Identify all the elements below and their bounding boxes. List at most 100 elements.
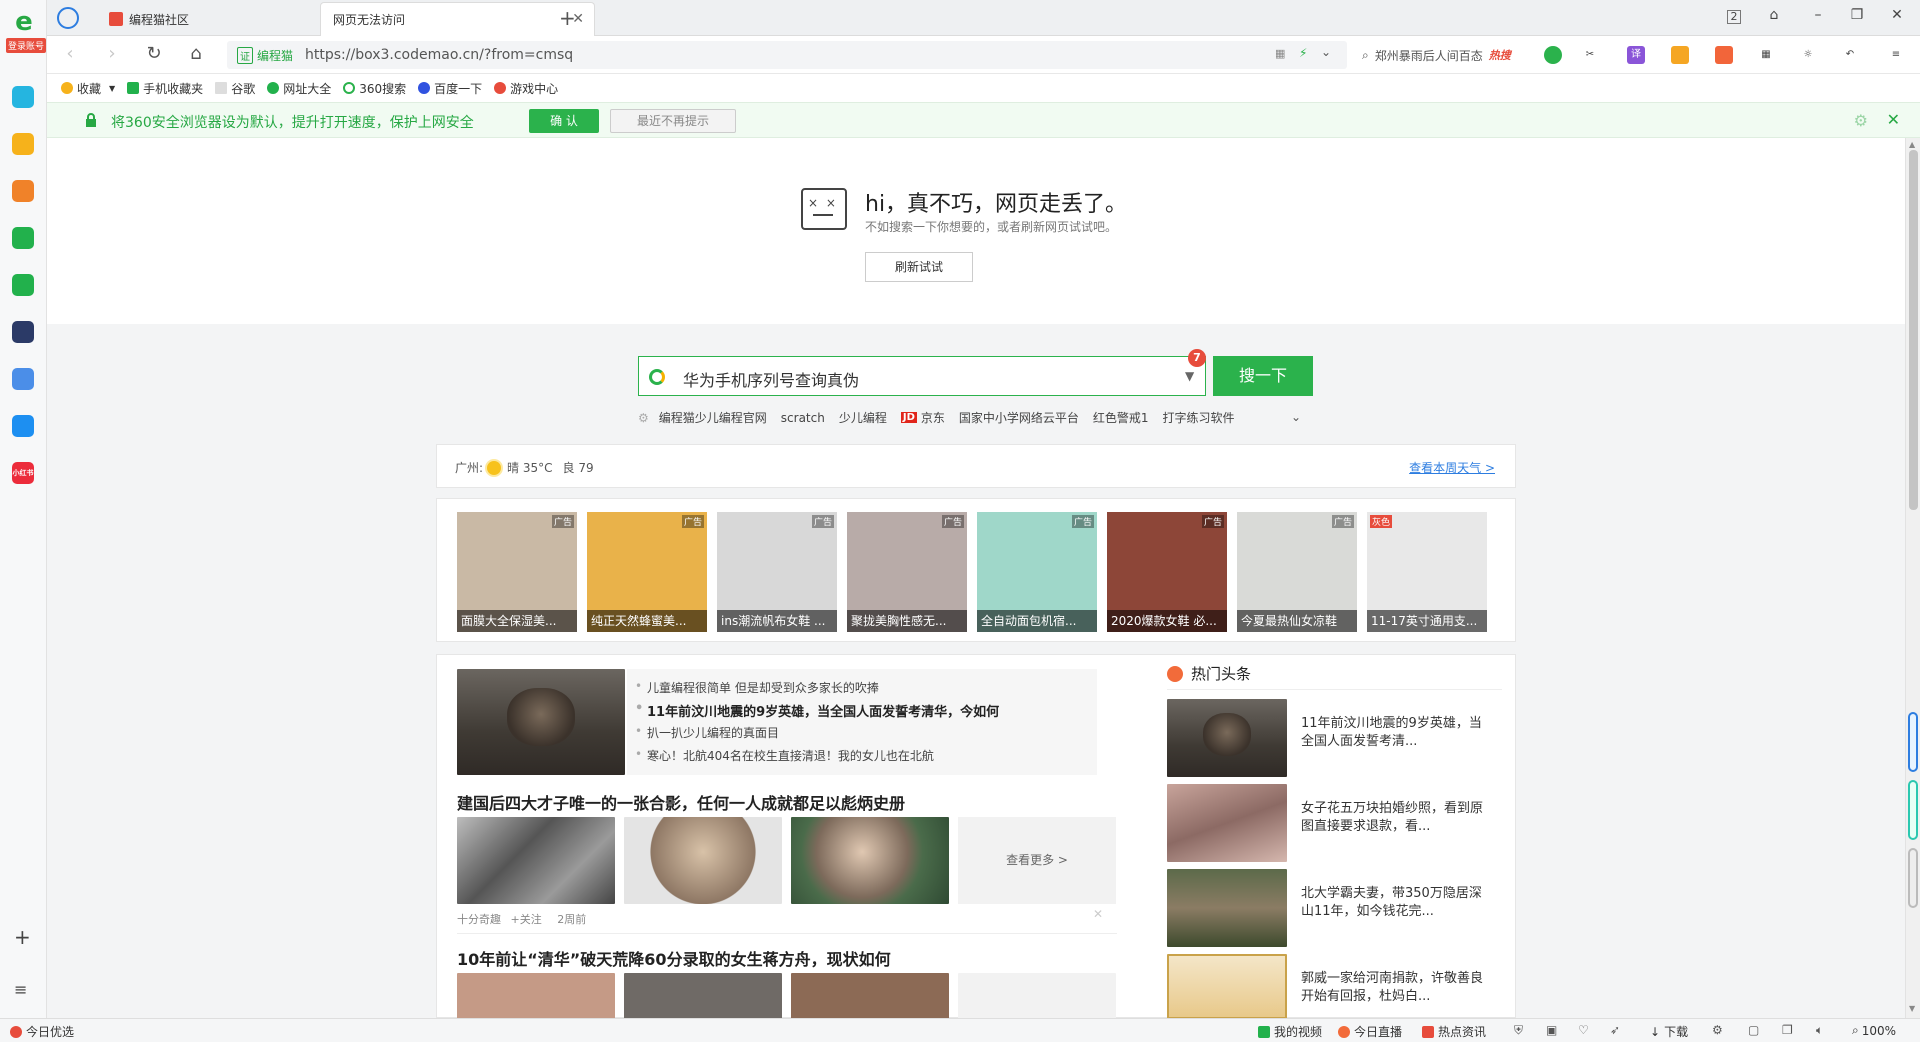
chevron-down-icon[interactable]: ⌄ xyxy=(1291,410,1301,424)
xiaohongshu-icon[interactable]: 小红书 xyxy=(12,462,34,484)
url-text[interactable]: https://box3.codemao.cn/?from=cmsq xyxy=(305,47,573,63)
forward-icon[interactable]: › xyxy=(101,44,123,64)
hot-headline-link[interactable]: 女子花五万块拍婚纱照，看到原图直接要求退款，看... xyxy=(1301,800,1491,836)
shield-coin-icon[interactable] xyxy=(1671,46,1689,64)
bookmark-baidu[interactable]: 百度一下 xyxy=(418,80,482,97)
article-title[interactable]: 10年前让“清华”破天荒降60分录取的女生蒋方舟，现状如何 xyxy=(457,946,891,970)
tab-page-unavailable[interactable]: 网页无法访问 ✕ xyxy=(320,2,595,36)
quicklink-jd[interactable]: JD 京东 xyxy=(900,409,945,426)
star-icon[interactable] xyxy=(12,133,34,155)
sound-icon[interactable]: 🔈︎ xyxy=(1816,1023,1823,1038)
bookmark-game-center[interactable]: 游戏中心 xyxy=(494,80,558,97)
today-live[interactable]: 今日直播 xyxy=(1338,1023,1402,1040)
gear-icon[interactable]: ⚙ xyxy=(1854,111,1868,130)
tab-codemao-community[interactable]: 编程猫社区 xyxy=(97,2,357,36)
weibo-icon[interactable] xyxy=(12,180,34,202)
dont-remind-button[interactable]: 最近不再提示 xyxy=(610,109,736,133)
ad-item[interactable]: 广告 全自动面包机宿... xyxy=(977,512,1097,632)
browser-logo[interactable]: e 登录账号 xyxy=(6,8,47,58)
login-account-button[interactable]: 登录账号 xyxy=(6,38,47,53)
ad-item[interactable]: 灰色 11-17英寸通用支... xyxy=(1367,512,1487,632)
floating-widget[interactable] xyxy=(1908,712,1918,772)
today-picks[interactable]: 今日优选 xyxy=(10,1023,74,1040)
rocket-icon[interactable]: ➶ xyxy=(1610,1023,1620,1037)
news-icon[interactable] xyxy=(12,321,34,343)
p-icon[interactable] xyxy=(12,415,34,437)
quicklink[interactable]: 编程猫少儿编程官网 xyxy=(659,409,767,426)
minimize-icon[interactable]: – xyxy=(1808,7,1828,23)
ad-item[interactable]: 广告 纯正天然蜂蜜美... xyxy=(587,512,707,632)
scroll-down-icon[interactable]: ▼ xyxy=(1909,1004,1915,1013)
hot-photo[interactable] xyxy=(1167,699,1287,777)
tab-count-icon[interactable]: 2 xyxy=(1727,10,1741,24)
article-source[interactable]: 十分奇趣 xyxy=(457,913,501,926)
new-tab-icon[interactable]: + xyxy=(559,6,576,30)
ad-item[interactable]: 广告 今夏最热仙女凉鞋 xyxy=(1237,512,1357,632)
hot-headline-link[interactable]: 北大学霸夫妻，带350万隐居深山11年，如今钱花完... xyxy=(1301,885,1491,921)
ad-item[interactable]: 广告 面膜大全保湿美... xyxy=(457,512,577,632)
quicklink[interactable]: scratch xyxy=(781,411,825,425)
speed-mode-icon[interactable]: ⚡ xyxy=(1299,46,1307,60)
article-photo[interactable] xyxy=(791,817,949,904)
game-icon[interactable] xyxy=(1715,46,1733,64)
quicklink[interactable]: 国家中小学网络云平台 xyxy=(959,409,1079,426)
floating-widget[interactable] xyxy=(1908,848,1918,908)
weekly-weather-link[interactable]: 查看本周天气 > xyxy=(1409,459,1495,476)
quicklink[interactable]: 红色警戒1 xyxy=(1093,409,1149,426)
bookmark-mobile[interactable]: 手机收藏夹 xyxy=(127,80,203,97)
add-sidebar-icon[interactable]: + xyxy=(14,925,31,949)
hot-photo[interactable] xyxy=(1167,869,1287,947)
reload-icon[interactable]: ↻ xyxy=(143,44,165,64)
window-icon[interactable]: ❐ xyxy=(1782,1023,1793,1037)
news-bullet-link[interactable]: 寒心！北航404名在校生直接清退！我的女儿也在北航 xyxy=(635,747,934,764)
refresh-button[interactable]: 刷新试试 xyxy=(865,252,973,282)
home-icon[interactable]: ⌂ xyxy=(185,44,207,64)
chevron-down-icon[interactable]: ▼ xyxy=(1185,369,1194,383)
news-bullet-link[interactable]: 儿童编程很简单 但是却受到众多家长的吹捧 xyxy=(635,679,879,696)
navigator-icon[interactable] xyxy=(57,7,79,29)
image-icon[interactable]: ▣ xyxy=(1546,1023,1557,1037)
bookmark-google[interactable]: 谷歌 xyxy=(215,80,255,97)
download-button[interactable]: ↓ 下载 xyxy=(1650,1023,1688,1040)
news-photo[interactable] xyxy=(457,669,625,775)
address-dropdown-icon[interactable]: ⌄ xyxy=(1321,45,1331,59)
hot-news[interactable]: 热点资讯 xyxy=(1422,1023,1486,1040)
shirt-skin-icon[interactable]: ⌂ xyxy=(1764,7,1784,23)
article-photo[interactable] xyxy=(457,973,615,1018)
article-photo[interactable] xyxy=(457,817,615,904)
scissors-icon[interactable]: ✂ xyxy=(1581,46,1599,64)
cloud-icon[interactable] xyxy=(12,274,34,296)
back-icon[interactable]: ‹ xyxy=(59,44,81,64)
add-app-icon[interactable] xyxy=(12,86,34,108)
zoom-control[interactable]: ⌕ 100% xyxy=(1852,1023,1896,1038)
close-window-icon[interactable]: ✕ xyxy=(1887,7,1907,23)
hot-headline-link[interactable]: 11年前汶川地震的9岁英雄，当全国人面发誓考清... xyxy=(1301,715,1491,751)
my-video[interactable]: 我的视频 xyxy=(1258,1023,1322,1040)
sidebar-menu-icon[interactable]: ≡ xyxy=(14,980,27,999)
quicklink[interactable]: 少儿编程 xyxy=(839,409,887,426)
scrollbar-thumb[interactable] xyxy=(1909,150,1918,510)
brightness-icon[interactable]: ☼ xyxy=(1799,46,1817,64)
translate-icon[interactable]: 译 xyxy=(1627,46,1645,64)
page-icon[interactable]: ▢ xyxy=(1748,1023,1759,1037)
follow-button[interactable]: +关注 xyxy=(511,913,542,926)
scroll-up-icon[interactable]: ▲ xyxy=(1909,140,1915,149)
article-title[interactable]: 建国后四大才子唯一的一张合影，任何一人成就都足以彪炳史册 xyxy=(457,790,905,814)
ad-item[interactable]: 广告 聚拢美胸性感无... xyxy=(847,512,967,632)
mail-icon[interactable] xyxy=(12,227,34,249)
confirm-button[interactable]: 确 认 xyxy=(529,109,599,133)
restore-icon[interactable]: ❐ xyxy=(1847,7,1867,23)
address-bar[interactable]: 证 编程猫 https://box3.codemao.cn/?from=cmsq… xyxy=(227,41,1347,69)
hot-photo[interactable] xyxy=(1167,954,1287,1018)
hot-headline-link[interactable]: 郭威一家给河南捐款，许敬善良开始有回报，杜妈白... xyxy=(1301,970,1491,1006)
news-bullet-link[interactable]: 11年前汶川地震的9岁英雄，当全国人面发誓考清华，今如何 xyxy=(635,701,999,720)
bookmark-so360[interactable]: 360搜索 xyxy=(343,80,406,97)
quicklink[interactable]: 打字练习软件 xyxy=(1163,409,1235,426)
ad-item[interactable]: 广告 ins潮流帆布女鞋 ... xyxy=(717,512,837,632)
view-more-button[interactable]: 查看更多 > xyxy=(958,817,1116,904)
article-photo[interactable] xyxy=(791,973,949,1018)
settings-icon[interactable]: ⚙ xyxy=(1712,1023,1723,1037)
article-photo[interactable] xyxy=(624,817,782,904)
article-photo[interactable] xyxy=(624,973,782,1018)
bookmark-favorites[interactable]: 收藏 ▼ xyxy=(61,80,115,97)
